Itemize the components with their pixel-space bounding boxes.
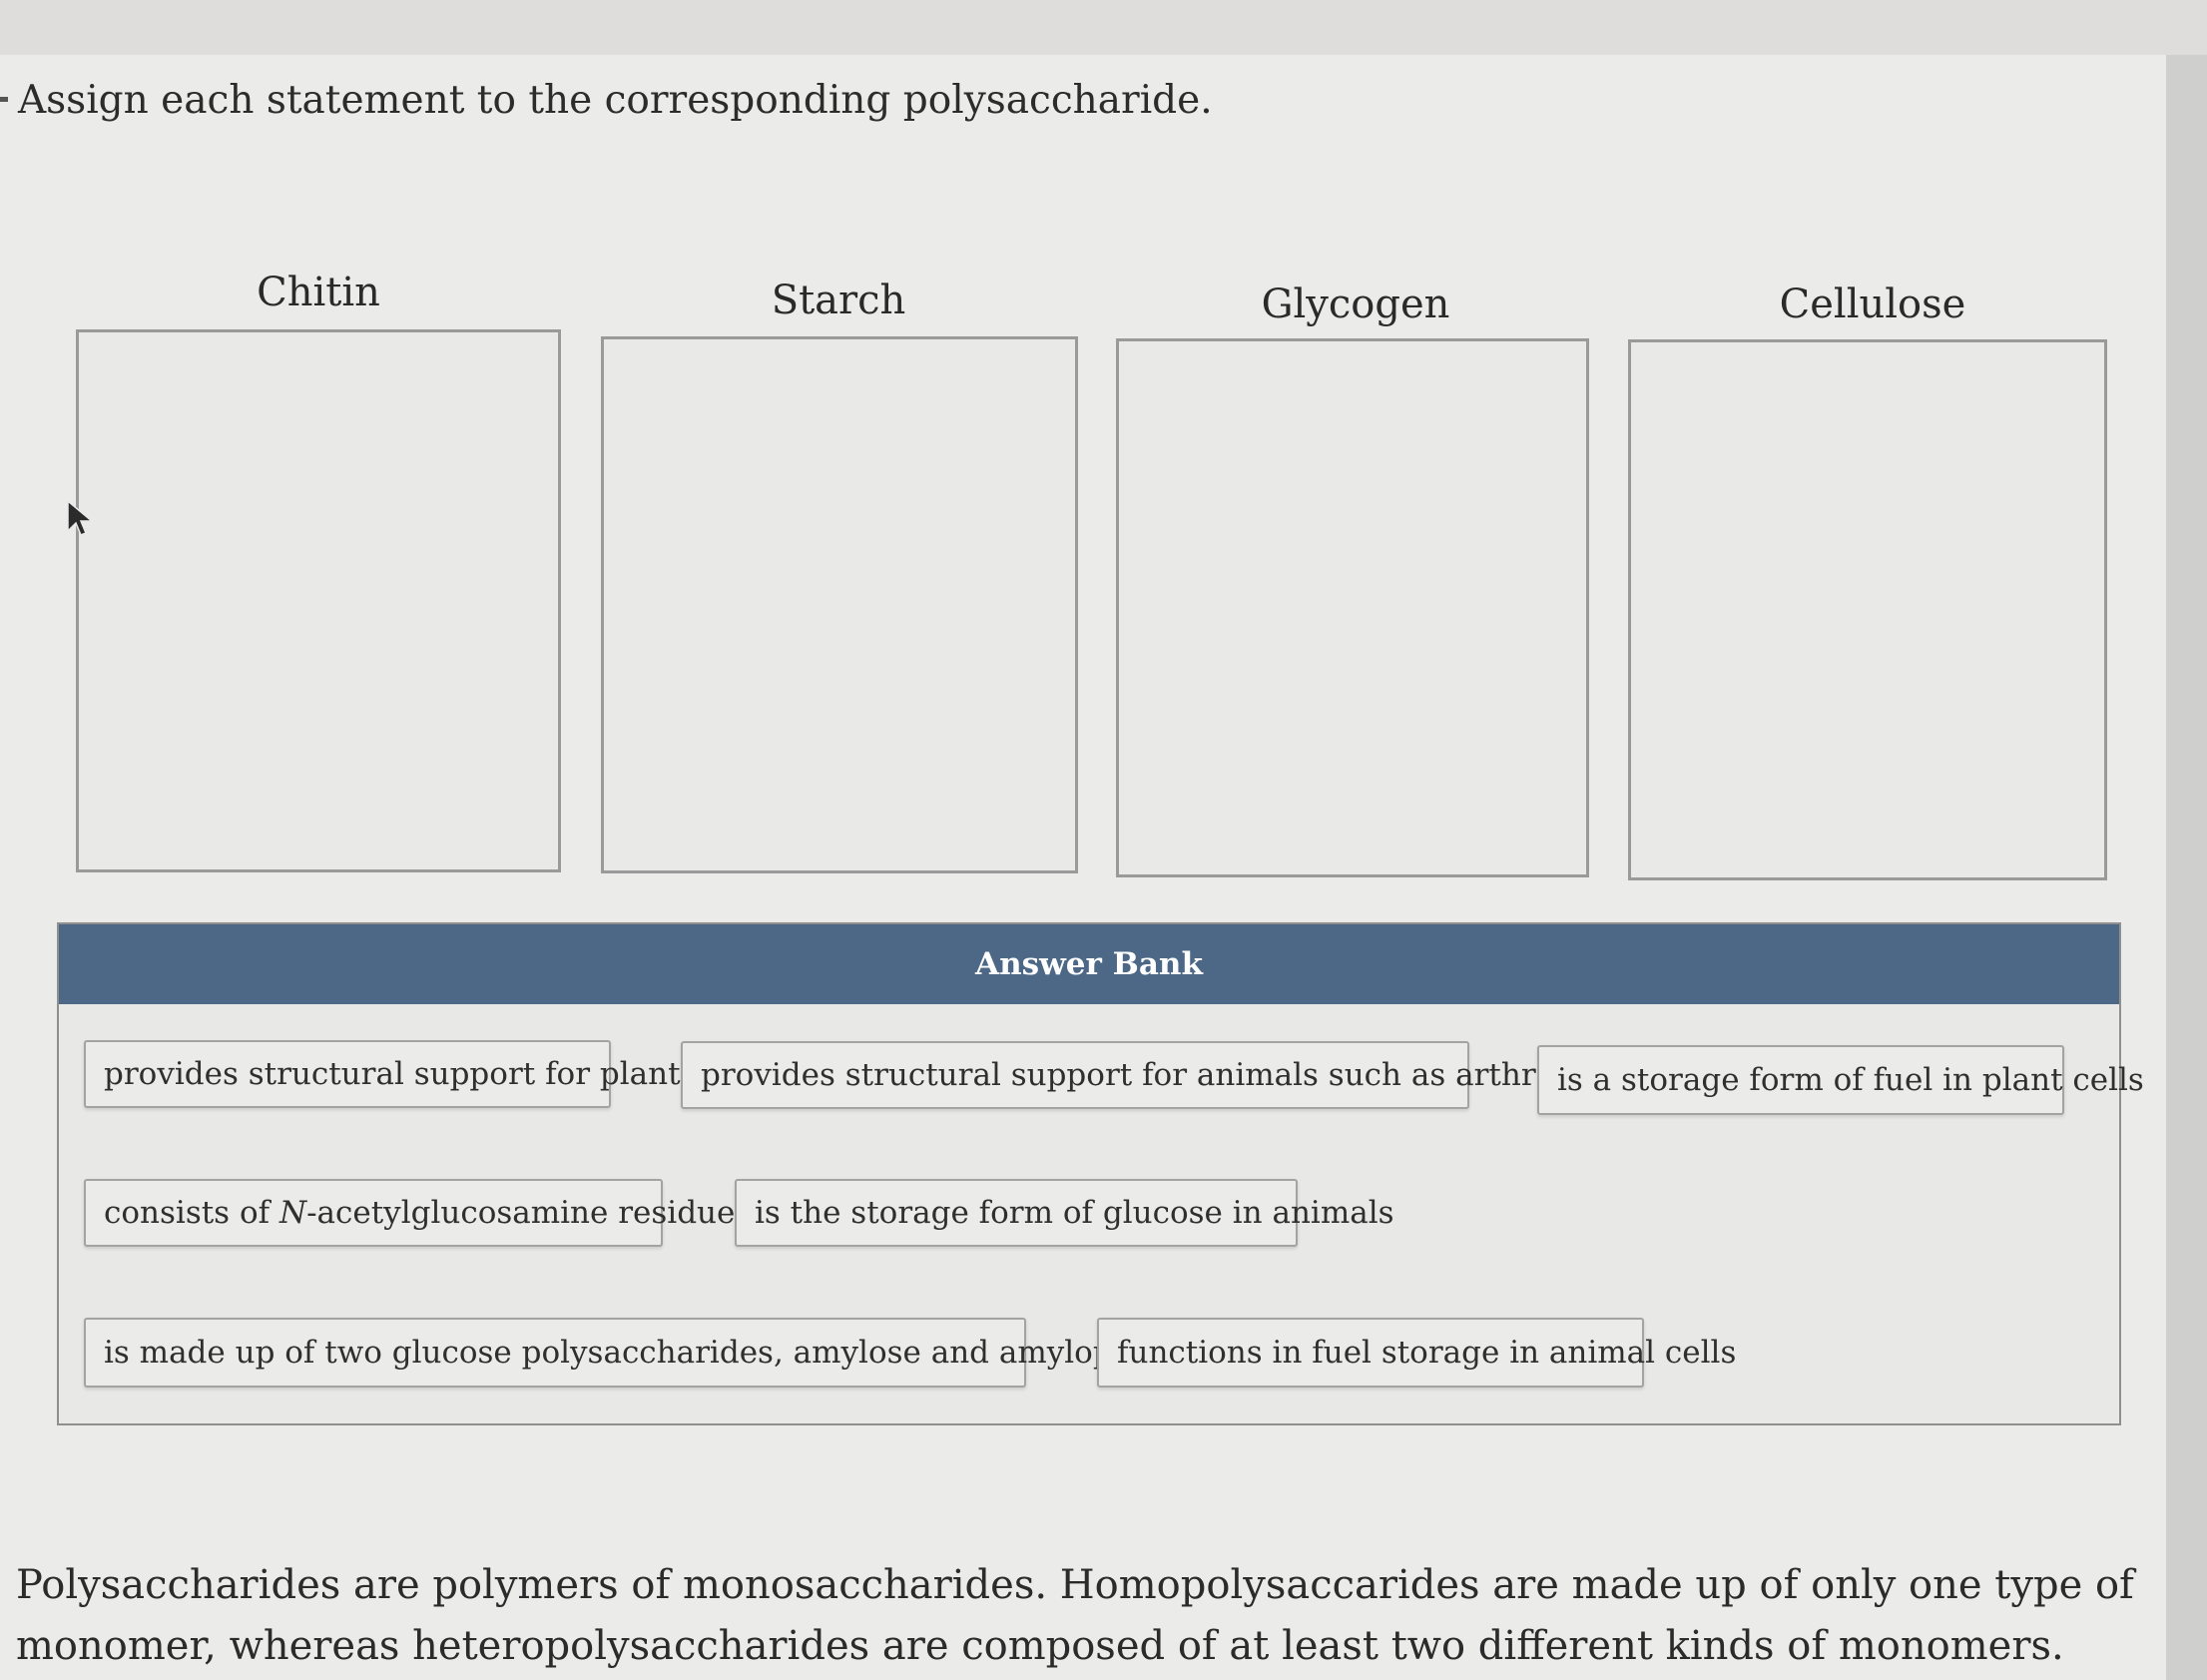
answer-chip-plant-support[interactable]: provides structural support for plants bbox=[84, 1040, 696, 1108]
drop-zone-starch[interactable] bbox=[601, 336, 1078, 873]
answer-chip-text: functions in fuel storage in animal cell… bbox=[1117, 1335, 1737, 1371]
answer-chip-text: is the storage form of glucose in animal… bbox=[755, 1195, 1394, 1231]
answer-chip-text: is a storage form of fuel in plant cells bbox=[1557, 1062, 2144, 1098]
question-prompt: Assign each statement to the correspondi… bbox=[18, 78, 1213, 123]
target-label-cellulose: Cellulose bbox=[1779, 281, 1966, 327]
answer-chip-n-acetylglucosamine[interactable]: consists of N-acetylglucosamine residues bbox=[84, 1179, 751, 1247]
answer-chip-amylose-amylopectin[interactable]: is made up of two glucose polysaccharide… bbox=[84, 1318, 1191, 1388]
bullet-marker bbox=[0, 97, 8, 102]
answer-chip-glucose-storage-animals[interactable]: is the storage form of glucose in animal… bbox=[735, 1179, 1394, 1247]
answer-chip-animal-fuel-storage[interactable]: functions in fuel storage in animal cell… bbox=[1097, 1318, 1736, 1388]
drop-zone-glycogen[interactable] bbox=[1116, 338, 1589, 877]
answer-bank-header: Answer Bank bbox=[59, 924, 2119, 1004]
answer-chip-text: is made up of two glucose polysaccharide… bbox=[104, 1335, 1191, 1371]
answer-chip-text: consists of N-acetylglucosamine residues bbox=[104, 1195, 751, 1231]
answer-chip-text-pre: consists of bbox=[104, 1195, 279, 1231]
target-label-starch: Starch bbox=[771, 278, 906, 323]
right-edge bbox=[2166, 55, 2207, 1680]
top-strip bbox=[0, 0, 2207, 55]
answer-chip-text-post: -acetylglucosamine residues bbox=[306, 1195, 752, 1231]
drop-zone-chitin[interactable] bbox=[76, 329, 561, 872]
answer-chip-text: provides structural support for plants bbox=[104, 1056, 697, 1092]
intro-paragraph: Polysaccharides are polymers of monosacc… bbox=[16, 1562, 2134, 1669]
answer-chip-text: provides structural support for animals … bbox=[701, 1057, 1629, 1093]
answer-chip-plant-fuel-storage[interactable]: is a storage form of fuel in plant cells bbox=[1537, 1045, 2144, 1115]
mouse-pointer-icon bbox=[67, 499, 95, 536]
answer-bank-title: Answer Bank bbox=[975, 946, 1203, 982]
answer-chip-arthropod-support[interactable]: provides structural support for animals … bbox=[681, 1041, 1629, 1109]
target-label-chitin: Chitin bbox=[257, 270, 380, 315]
answer-bank: Answer Bank provides structural support … bbox=[57, 922, 2144, 1425]
drop-zone-cellulose[interactable] bbox=[1628, 339, 2107, 880]
target-label-glycogen: Glycogen bbox=[1261, 281, 1450, 327]
answer-chip-text-italic: N bbox=[278, 1195, 307, 1231]
